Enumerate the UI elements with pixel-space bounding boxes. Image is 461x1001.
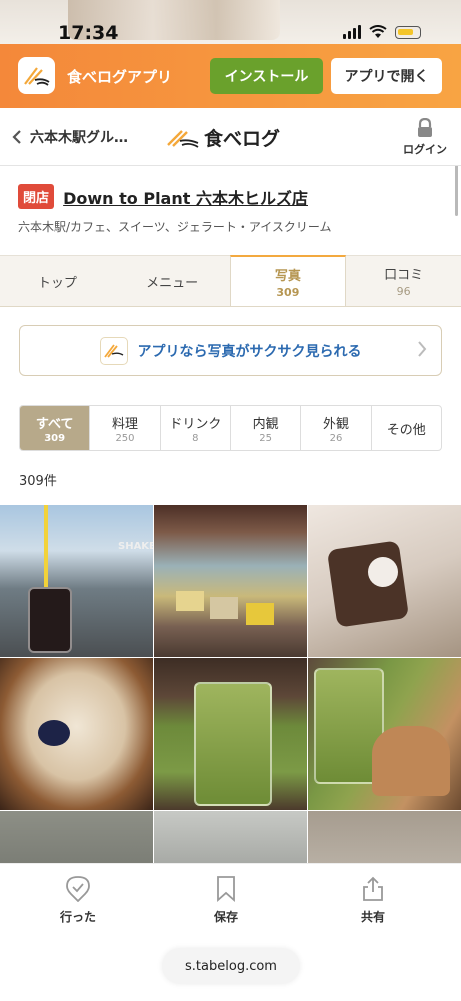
tab-reviews[interactable]: 口コミ 96 — [346, 255, 461, 306]
filter-count: 8 — [192, 432, 199, 444]
photo-thumbnail[interactable] — [154, 811, 307, 863]
back-link[interactable]: 六本木駅グル… — [12, 127, 128, 147]
filter-all[interactable]: すべて 309 — [20, 406, 91, 450]
back-link-label: 六本木駅グル… — [30, 130, 128, 146]
site-header: 六本木駅グル… 食べログ ログイン — [0, 108, 461, 166]
login-label: ログイン — [403, 143, 447, 156]
photo-thumbnail[interactable] — [0, 811, 153, 863]
tab-label: 写真 — [274, 268, 301, 284]
status-icons — [343, 25, 421, 39]
filter-label: 外観 — [322, 416, 349, 432]
filter-label: 料理 — [111, 416, 138, 432]
filter-label: その他 — [386, 422, 426, 438]
app-banner: 食べログアプリ インストール アプリで開く — [0, 44, 461, 108]
filter-label: すべて — [35, 416, 74, 432]
photo-caption: SHAKE — [118, 541, 153, 552]
bookmark-icon — [217, 876, 235, 902]
bottom-action-bar: 行った 保存 共有 s.tabelog.com — [0, 863, 461, 1001]
brand-text: 食べログ — [204, 128, 281, 150]
filter-other[interactable]: その他 — [372, 406, 441, 450]
share-icon — [363, 876, 383, 901]
photo-thumbnail[interactable] — [0, 658, 153, 810]
photo-thumbnail[interactable] — [154, 505, 307, 657]
filter-drink[interactable]: ドリンク 8 — [161, 406, 231, 450]
restaurant-title: 閉店 Down to Plant 六本木ヒルズ店 — [18, 184, 308, 209]
status-bar: 17:34 — [0, 0, 461, 44]
filter-label: ドリンク — [169, 416, 222, 432]
tab-top[interactable]: トップ — [0, 255, 115, 306]
photo-category-filter: すべて 309 料理 250 ドリンク 8 内観 25 外観 26 その他 — [19, 405, 442, 451]
check-badge-icon — [66, 876, 90, 902]
filter-count: 309 — [44, 432, 66, 444]
app-logo-icon — [18, 57, 55, 94]
chopsticks-icon — [167, 129, 199, 148]
status-time: 17:34 — [58, 22, 119, 44]
tab-label: 口コミ — [384, 268, 424, 283]
photo-thumbnail[interactable]: SHAKE — [0, 505, 153, 657]
filter-interior[interactable]: 内観 25 — [231, 406, 302, 450]
restaurant-tabs: トップ メニュー 写真 309 口コミ 96 — [0, 255, 461, 307]
restaurant-genre: 六本木駅/カフェ、スイーツ、ジェラート・アイスクリーム — [18, 220, 332, 234]
filter-count: 26 — [329, 432, 343, 444]
tab-label: トップ — [37, 275, 77, 291]
filter-exterior[interactable]: 外観 26 — [301, 406, 372, 450]
photo-thumbnail[interactable] — [154, 658, 307, 810]
photo-total-count: 309件 — [19, 474, 57, 489]
share-button[interactable]: 共有 — [333, 876, 413, 925]
tab-label: メニュー — [146, 275, 199, 291]
battery-icon — [395, 25, 421, 39]
wifi-icon — [369, 25, 387, 38]
share-label: 共有 — [360, 910, 385, 924]
browser-url-bar[interactable]: s.tabelog.com — [162, 948, 300, 984]
signal-icon — [343, 25, 361, 39]
photo-thumbnail[interactable] — [308, 811, 461, 863]
closed-badge: 閉店 — [18, 184, 55, 209]
tabelog-logo[interactable]: 食べログ — [166, 124, 280, 151]
photo-thumbnail[interactable] — [308, 505, 461, 657]
promo-text: アプリなら写真がサクサク見られる — [137, 343, 362, 360]
lock-icon — [418, 118, 432, 137]
went-button[interactable]: 行った — [38, 876, 118, 925]
app-logo-icon — [99, 336, 128, 365]
save-label: 保存 — [213, 910, 238, 924]
tab-count: 96 — [396, 285, 411, 298]
open-in-app-button[interactable]: アプリで開く — [331, 58, 442, 94]
photo-grid: SHAKE — [0, 505, 461, 863]
photo-thumbnail[interactable] — [308, 658, 461, 810]
app-promo-banner[interactable]: アプリなら写真がサクサク見られる — [19, 325, 442, 376]
chevron-right-icon — [417, 341, 427, 361]
save-button[interactable]: 保存 — [186, 876, 266, 925]
filter-food[interactable]: 料理 250 — [90, 406, 161, 450]
filter-count: 250 — [115, 432, 135, 444]
tab-menu[interactable]: メニュー — [114, 255, 230, 306]
filter-label: 内観 — [252, 416, 279, 432]
restaurant-name-link[interactable]: Down to Plant 六本木ヒルズ店 — [63, 185, 308, 209]
login-button[interactable]: ログイン — [403, 118, 447, 157]
app-name: 食べログアプリ — [67, 68, 173, 86]
went-label: 行った — [59, 910, 96, 924]
chevron-left-icon — [12, 130, 21, 144]
tab-count: 309 — [276, 285, 300, 299]
install-button[interactable]: インストール — [210, 58, 323, 94]
tab-photos[interactable]: 写真 309 — [229, 255, 347, 306]
filter-count: 25 — [259, 432, 273, 444]
